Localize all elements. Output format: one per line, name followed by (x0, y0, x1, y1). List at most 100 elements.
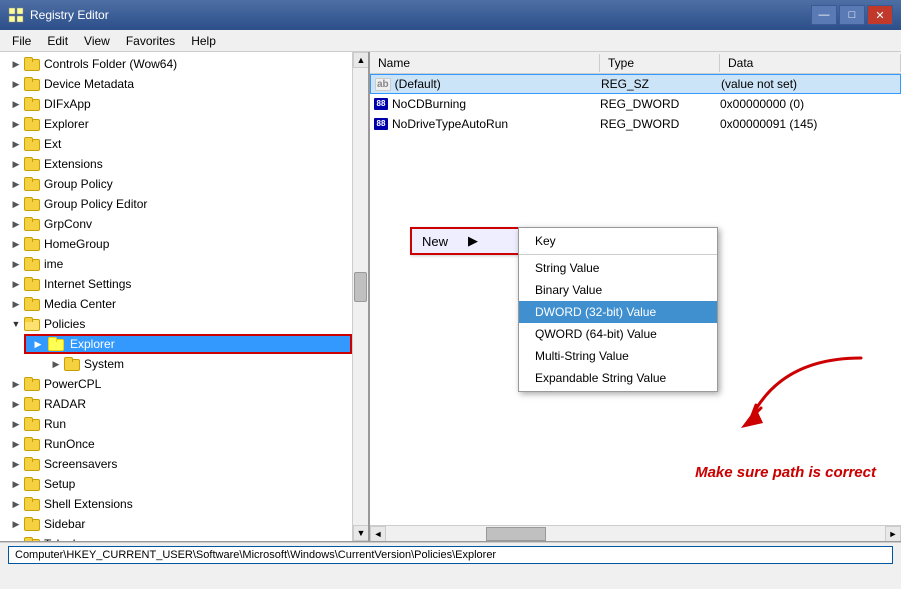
menu-view[interactable]: View (76, 32, 118, 50)
reg-entry-default[interactable]: ab (Default) REG_SZ (value not set) (370, 74, 901, 94)
tree-label: System (84, 357, 124, 371)
tree-item-policies[interactable]: ▼ Policies (0, 314, 352, 334)
submenu-item-dword[interactable]: DWORD (32-bit) Value (519, 301, 717, 323)
folder-icon (24, 297, 40, 311)
folder-icon (24, 137, 40, 151)
tree-label: HomeGroup (44, 237, 109, 251)
tree-item-sidebar[interactable]: ▶ Sidebar (0, 514, 352, 534)
folder-icon (24, 517, 40, 531)
menu-favorites[interactable]: Favorites (118, 32, 183, 50)
folder-icon (24, 457, 40, 471)
reg-entry-data: 0x00000091 (145) (720, 117, 897, 131)
tree-item-device-metadata[interactable]: ▶ Device Metadata (0, 74, 352, 94)
expand-arrow: ▶ (8, 236, 24, 252)
expand-arrow: ▶ (8, 476, 24, 492)
minimize-button[interactable]: — (811, 5, 837, 25)
expand-arrow: ▶ (8, 216, 24, 232)
scrollbar-thumb[interactable] (486, 527, 546, 541)
tree-item-run[interactable]: ▶ Run (0, 414, 352, 434)
tree-label: Explorer (44, 117, 89, 131)
submenu-item-string-value[interactable]: String Value (519, 257, 717, 279)
scrollbar-thumb[interactable] (354, 272, 367, 302)
folder-icon (24, 217, 40, 231)
menu-help[interactable]: Help (183, 32, 224, 50)
tree-label: Policies (44, 317, 85, 331)
folder-icon (24, 57, 40, 71)
submenu-item-expandable-string[interactable]: Expandable String Value (519, 367, 717, 389)
folder-icon (24, 97, 40, 111)
reg-entry-name: 88 NoCDBurning (374, 97, 600, 111)
title-bar: Registry Editor — □ ✕ (0, 0, 901, 30)
reg-entry-nodrivetypeautorun[interactable]: 88 NoDriveTypeAutoRun REG_DWORD 0x000000… (370, 114, 901, 134)
column-headers: Name Type Data (370, 52, 901, 74)
dword-icon: 88 (374, 118, 388, 130)
expand-arrow: ▶ (8, 96, 24, 112)
tree-item-telephony[interactable]: ▶ Telephony (0, 534, 352, 541)
tree-label: ime (44, 257, 63, 271)
menu-file[interactable]: File (4, 32, 39, 50)
tree-item-controls-folder[interactable]: ▶ Controls Folder (Wow64) (0, 54, 352, 74)
status-path: Computer\HKEY_CURRENT_USER\Software\Micr… (8, 546, 893, 564)
tree-items: ▶ Controls Folder (Wow64) ▶ Device Metad… (0, 52, 352, 541)
tree-item-policies-explorer[interactable]: ▶ Explorer (24, 334, 352, 354)
tree-item-shell-extensions[interactable]: ▶ Shell Extensions (0, 494, 352, 514)
submenu-divider (519, 254, 717, 255)
tree-label: Explorer (70, 337, 115, 351)
folder-icon (64, 357, 80, 371)
expand-arrow: ▶ (8, 136, 24, 152)
tree-label: Extensions (44, 157, 103, 171)
expand-arrow: ▶ (8, 396, 24, 412)
tree-item-homegroup[interactable]: ▶ HomeGroup (0, 234, 352, 254)
expand-arrow: ▶ (48, 356, 64, 372)
tree-item-ext[interactable]: ▶ Ext (0, 134, 352, 154)
tree-item-grpconv[interactable]: ▶ GrpConv (0, 214, 352, 234)
tree-item-media-center[interactable]: ▶ Media Center (0, 294, 352, 314)
close-button[interactable]: ✕ (867, 5, 893, 25)
folder-icon (24, 237, 40, 251)
reg-entry-name: ab (Default) (375, 77, 601, 91)
expand-arrow: ▶ (8, 196, 24, 212)
main-container: ▶ Controls Folder (Wow64) ▶ Device Metad… (0, 52, 901, 542)
scrollbar-up-button[interactable]: ▲ (353, 52, 369, 68)
submenu-item-binary-value[interactable]: Binary Value (519, 279, 717, 301)
tree-item-setup[interactable]: ▶ Setup (0, 474, 352, 494)
tree-item-group-policy[interactable]: ▶ Group Policy (0, 174, 352, 194)
tree-label: Screensavers (44, 457, 117, 471)
folder-icon (24, 537, 40, 541)
tree-item-internet-settings[interactable]: ▶ Internet Settings (0, 274, 352, 294)
tree-label: Media Center (44, 297, 116, 311)
expand-arrow: ▶ (8, 56, 24, 72)
tree-item-powercpl[interactable]: ▶ PowerCPL (0, 374, 352, 394)
tree-item-runonce[interactable]: ▶ RunOnce (0, 434, 352, 454)
scrollbar-down-button[interactable]: ▼ (353, 525, 369, 541)
tree-item-extensions[interactable]: ▶ Extensions (0, 154, 352, 174)
menu-edit[interactable]: Edit (39, 32, 76, 50)
tree-vertical-scrollbar[interactable]: ▲ ▼ (352, 52, 368, 541)
submenu-item-key[interactable]: Key (519, 230, 717, 252)
tree-item-system[interactable]: ▶ System (0, 354, 352, 374)
folder-icon (24, 177, 40, 191)
tree-item-explorer[interactable]: ▶ Explorer (0, 114, 352, 134)
expand-arrow: ▶ (8, 76, 24, 92)
tree-pane[interactable]: ▶ Controls Folder (Wow64) ▶ Device Metad… (0, 52, 370, 541)
expand-arrow: ▶ (8, 516, 24, 532)
tree-item-policies-explorer-wrapper: ▶ Explorer (0, 334, 352, 354)
tree-item-difxapp[interactable]: ▶ DIFxApp (0, 94, 352, 114)
tree-label: Sidebar (44, 517, 85, 531)
reg-entry-nocdburning[interactable]: 88 NoCDBurning REG_DWORD 0x00000000 (0) (370, 94, 901, 114)
tree-item-group-policy-editor[interactable]: ▶ Group Policy Editor (0, 194, 352, 214)
submenu-item-qword[interactable]: QWORD (64-bit) Value (519, 323, 717, 345)
tree-item-screensavers[interactable]: ▶ Screensavers (0, 454, 352, 474)
scrollbar-left-button[interactable]: ◄ (370, 526, 386, 542)
maximize-button[interactable]: □ (839, 5, 865, 25)
expand-arrow: ▶ (8, 156, 24, 172)
folder-icon (24, 417, 40, 431)
folder-icon (24, 257, 40, 271)
new-button[interactable]: New ▶ (410, 227, 520, 255)
tree-item-ime[interactable]: ▶ ime (0, 254, 352, 274)
scrollbar-right-button[interactable]: ► (885, 526, 901, 542)
horizontal-scrollbar[interactable]: ◄ ► (370, 525, 901, 541)
submenu-item-multi-string[interactable]: Multi-String Value (519, 345, 717, 367)
tree-item-radar[interactable]: ▶ RADAR (0, 394, 352, 414)
expand-arrow: ▶ (8, 416, 24, 432)
